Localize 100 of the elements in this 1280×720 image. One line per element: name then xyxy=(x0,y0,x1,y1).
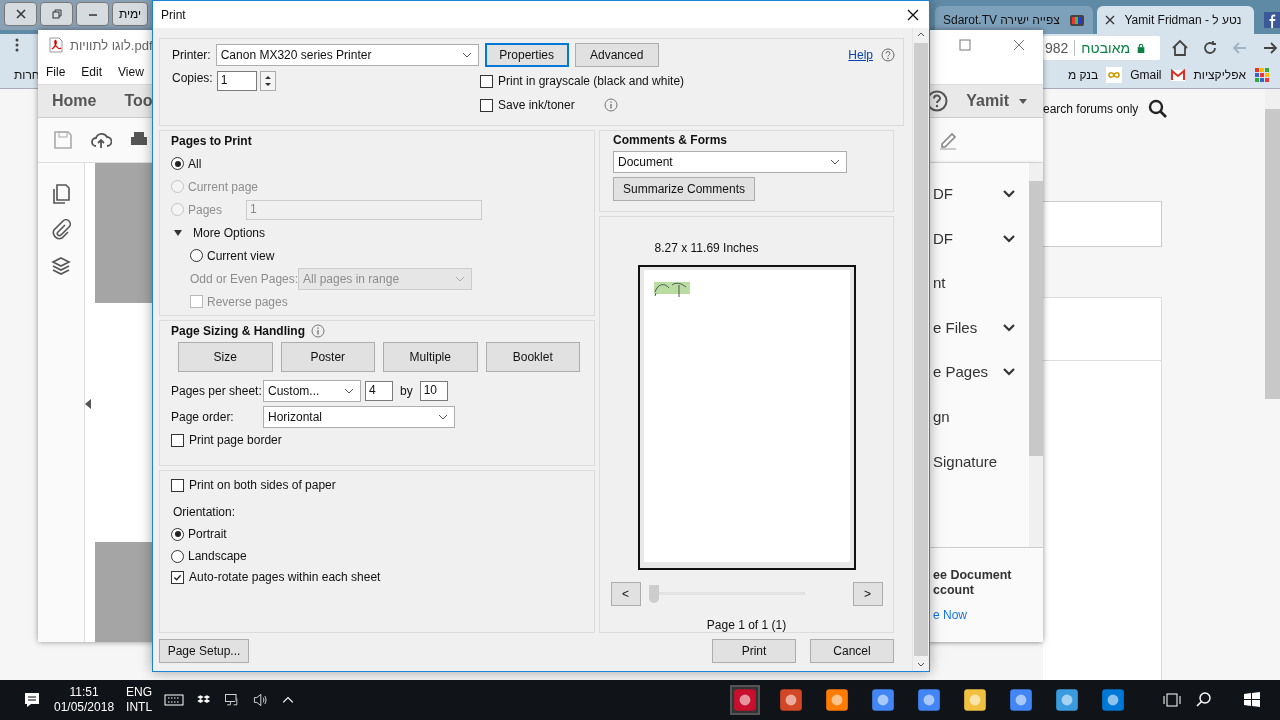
radio-button[interactable] xyxy=(171,549,184,563)
tool-item[interactable]: gn xyxy=(933,407,950,425)
scrollbar[interactable] xyxy=(912,28,929,671)
app-icon[interactable] xyxy=(916,687,942,713)
chevron-down-icon[interactable] xyxy=(1003,368,1015,377)
page-order-dropdown[interactable]: Horizontal xyxy=(263,406,455,428)
next-page-button[interactable]: > xyxy=(852,582,883,606)
app-icon[interactable] xyxy=(778,687,804,713)
scroll-down-icon[interactable] xyxy=(917,662,925,667)
radio-button[interactable] xyxy=(190,249,203,262)
app-icon[interactable] xyxy=(1054,687,1080,713)
app-tab[interactable]: Home xyxy=(52,92,97,110)
language-indicator[interactable]: ENG xyxy=(126,685,153,700)
help-link[interactable]: Help xyxy=(848,48,873,62)
section-toggle-label[interactable]: More Options xyxy=(193,225,266,240)
info-icon[interactable] xyxy=(311,324,325,338)
checkbox[interactable] xyxy=(190,295,203,308)
app-icon[interactable] xyxy=(962,687,988,713)
help-icon[interactable] xyxy=(881,48,895,62)
copies-field[interactable]: 1 xyxy=(216,71,257,91)
maximize-icon[interactable] xyxy=(959,39,971,51)
pages-icon[interactable] xyxy=(50,183,72,205)
page-setup-button[interactable]: Page Setup... xyxy=(159,639,249,663)
apps-grid-icon[interactable] xyxy=(1254,67,1270,83)
tool-item[interactable]: e Files xyxy=(933,318,978,336)
close-icon[interactable] xyxy=(907,8,919,21)
chevron-down-icon[interactable] xyxy=(1003,234,1015,243)
window-button[interactable]: ימית xyxy=(112,2,148,26)
layers-icon[interactable] xyxy=(50,255,72,277)
clock-time[interactable]: 11:51 xyxy=(69,685,99,700)
previous-page-button[interactable]: < xyxy=(610,582,641,606)
summarize-button[interactable]: Summarize Comments xyxy=(613,177,755,201)
sizing-mode-button[interactable]: Booklet xyxy=(485,342,580,372)
tool-item[interactable]: Signature xyxy=(933,452,998,470)
radio-button[interactable] xyxy=(171,527,184,541)
slider-thumb[interactable] xyxy=(648,585,659,603)
bookmark[interactable]: Gmail xyxy=(1130,68,1162,82)
layout-indicator[interactable]: INTL xyxy=(126,700,153,715)
scrollbar[interactable] xyxy=(1265,89,1280,399)
chevron-down-icon[interactable] xyxy=(1003,190,1015,198)
tool-item[interactable]: DF xyxy=(933,185,953,202)
close-button[interactable] xyxy=(4,2,37,26)
speaker-icon[interactable] xyxy=(252,692,269,708)
sizing-mode-button[interactable]: Size xyxy=(178,342,273,372)
promo-link[interactable]: e Now xyxy=(933,608,967,622)
app-icon[interactable] xyxy=(1100,687,1126,713)
app-icon[interactable] xyxy=(824,687,850,713)
menu-item[interactable]: View xyxy=(118,65,144,79)
app-tab[interactable]: Too xyxy=(124,92,153,110)
menu-item[interactable]: Edit xyxy=(81,65,103,79)
radio-button[interactable] xyxy=(171,157,184,170)
pages-per-sheet-dropdown[interactable]: Custom... xyxy=(263,380,361,402)
home-icon[interactable] xyxy=(1170,38,1190,58)
dialog-button[interactable]: Advanced xyxy=(574,43,659,67)
scrollbar[interactable] xyxy=(1029,163,1043,547)
search-icon[interactable] xyxy=(1148,99,1168,119)
bookmark[interactable]: אפליקציות xyxy=(1193,68,1246,82)
checkbox[interactable] xyxy=(171,433,184,447)
user-name[interactable]: Yamit xyxy=(966,92,1009,110)
checkbox[interactable] xyxy=(171,570,184,584)
menu-icon[interactable] xyxy=(15,38,19,52)
task-view-icon[interactable] xyxy=(1162,690,1182,710)
close-icon xyxy=(15,9,26,19)
columns-field[interactable]: 4 xyxy=(365,381,393,401)
restore-button[interactable] xyxy=(40,2,74,26)
sizing-mode-button[interactable]: Multiple xyxy=(383,342,478,372)
tool-item[interactable]: nt xyxy=(933,274,946,292)
print-button[interactable]: Print xyxy=(712,639,796,663)
checkbox[interactable] xyxy=(480,74,493,88)
collapse-arrow-icon[interactable] xyxy=(85,399,91,409)
dialog-button[interactable]: Properties xyxy=(484,43,569,67)
checkbox[interactable] xyxy=(480,98,493,112)
spinner[interactable] xyxy=(259,71,276,91)
checkbox[interactable] xyxy=(171,478,184,492)
notifications-icon[interactable] xyxy=(22,690,42,710)
minimize-button[interactable] xyxy=(76,2,110,26)
dropdown-arrow-icon[interactable] xyxy=(1019,98,1027,104)
browser-tab[interactable]: Yamit Fridman - נטע ל xyxy=(1096,6,1254,34)
chevron-down-icon[interactable] xyxy=(1003,323,1015,332)
promo-title: ccount xyxy=(933,583,974,598)
close-icon[interactable] xyxy=(1104,15,1115,25)
menu-item[interactable]: File xyxy=(46,65,66,79)
expand-triangle-icon[interactable] xyxy=(174,228,182,237)
bookmark[interactable]: בנק מ xyxy=(1067,68,1099,82)
clock-date[interactable]: 01/05/2018 xyxy=(54,700,115,715)
app-icon[interactable] xyxy=(870,687,896,713)
section-heading: Page Sizing & Handling xyxy=(171,324,305,338)
tool-item[interactable]: e Pages xyxy=(933,363,989,381)
rows-field[interactable]: 10 xyxy=(419,381,448,401)
comments-dropdown[interactable]: Document xyxy=(613,151,847,173)
paperclip-icon[interactable] xyxy=(50,219,72,241)
start-icon[interactable] xyxy=(1242,690,1262,710)
cancel-button[interactable]: Cancel xyxy=(810,639,894,663)
browser-tab[interactable]: Sdarot.TV צפייה ישירה xyxy=(935,6,1093,34)
scroll-up-icon[interactable] xyxy=(917,32,925,37)
info-icon[interactable] xyxy=(603,98,618,112)
sizing-mode-button[interactable]: Poster xyxy=(280,342,375,372)
printer-dropdown[interactable]: Canon MX320 series Printer xyxy=(215,44,479,66)
tool-item[interactable]: DF xyxy=(933,229,953,247)
app-icon[interactable] xyxy=(1008,687,1034,713)
